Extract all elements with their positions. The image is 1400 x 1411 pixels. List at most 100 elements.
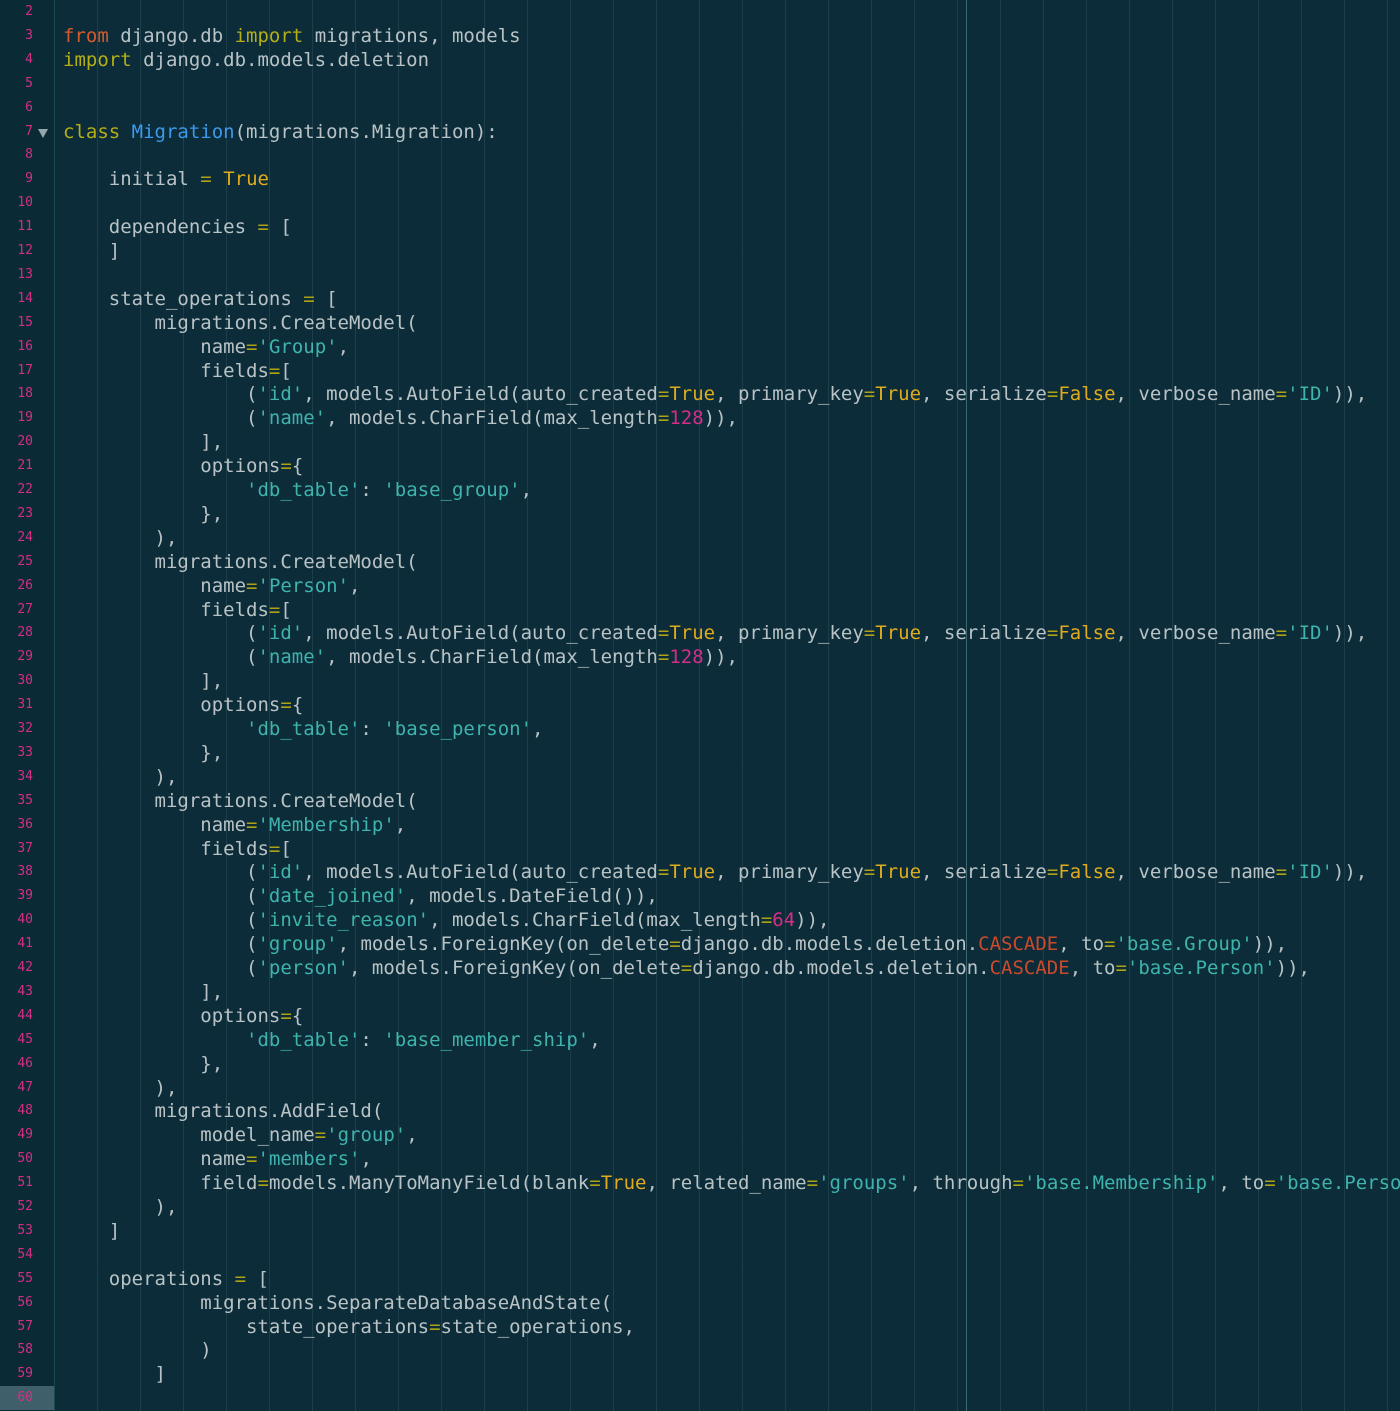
line-number-23[interactable]: 23 — [0, 502, 54, 526]
code-line-24[interactable]: ), — [63, 526, 178, 550]
line-number-7[interactable]: 7 — [0, 120, 54, 144]
line-number-59[interactable]: 59 — [0, 1362, 54, 1386]
line-number-6[interactable]: 6 — [0, 96, 54, 120]
line-number-41[interactable]: 41 — [0, 932, 54, 956]
code-line-38[interactable]: ('id', models.AutoField(auto_created=Tru… — [63, 860, 1367, 884]
code-line-48[interactable]: migrations.AddField( — [63, 1099, 384, 1123]
code-line-16[interactable]: name='Group', — [63, 335, 349, 359]
line-number-19[interactable]: 19 — [0, 406, 54, 430]
code-line-28[interactable]: ('id', models.AutoField(auto_created=Tru… — [63, 621, 1367, 645]
line-number-14[interactable]: 14 — [0, 287, 54, 311]
line-number-56[interactable]: 56 — [0, 1291, 54, 1315]
code-line-9[interactable]: initial = True — [63, 167, 269, 191]
line-number-45[interactable]: 45 — [0, 1028, 54, 1052]
code-line-14[interactable]: state_operations = [ — [63, 287, 338, 311]
code-line-11[interactable]: dependencies = [ — [63, 215, 292, 239]
line-number-25[interactable]: 25 — [0, 550, 54, 574]
code-line-52[interactable]: ), — [63, 1195, 178, 1219]
line-number-38[interactable]: 38 — [0, 860, 54, 884]
code-line-47[interactable]: ), — [63, 1076, 178, 1100]
line-number-28[interactable]: 28 — [0, 621, 54, 645]
code-line-40[interactable]: ('invite_reason', models.CharField(max_l… — [63, 908, 829, 932]
code-line-46[interactable]: }, — [63, 1052, 223, 1076]
line-number-11[interactable]: 11 — [0, 215, 54, 239]
code-line-37[interactable]: fields=[ — [63, 837, 292, 861]
line-number-44[interactable]: 44 — [0, 1004, 54, 1028]
line-number-12[interactable]: 12 — [0, 239, 54, 263]
line-number-3[interactable]: 3 — [0, 24, 54, 48]
code-line-49[interactable]: model_name='group', — [63, 1123, 417, 1147]
line-number-32[interactable]: 32 — [0, 717, 54, 741]
line-number-gutter[interactable]: 2 3 4 5 6 7 8 9 10 11 12 13 14 15 16 17 18 19 20 21 22 23 24 25… — [0, 0, 55, 1411]
code-line-53[interactable]: ] — [63, 1219, 120, 1243]
code-line-36[interactable]: name='Membership', — [63, 813, 406, 837]
code-line-26[interactable]: name='Person', — [63, 574, 360, 598]
line-number-35[interactable]: 35 — [0, 789, 54, 813]
line-number-37[interactable]: 37 — [0, 837, 54, 861]
code-line-58[interactable]: ) — [63, 1338, 211, 1362]
code-line-39[interactable]: ('date_joined', models.DateField()), — [63, 884, 658, 908]
line-number-24[interactable]: 24 — [0, 526, 54, 550]
line-number-30[interactable]: 30 — [0, 669, 54, 693]
code-line-22[interactable]: 'db_table': 'base_group', — [63, 478, 532, 502]
code-line-30[interactable]: ], — [63, 669, 223, 693]
line-number-33[interactable]: 33 — [0, 741, 54, 765]
line-number-17[interactable]: 17 — [0, 359, 54, 383]
code-line-31[interactable]: options={ — [63, 693, 303, 717]
code-text-area[interactable]: from django.db import migrations, models… — [55, 0, 1400, 1411]
line-number-48[interactable]: 48 — [0, 1099, 54, 1123]
line-number-54[interactable]: 54 — [0, 1243, 54, 1267]
line-number-39[interactable]: 39 — [0, 884, 54, 908]
line-number-9[interactable]: 9 — [0, 167, 54, 191]
code-line-57[interactable]: state_operations=state_operations, — [63, 1315, 635, 1339]
line-number-52[interactable]: 52 — [0, 1195, 54, 1219]
line-number-46[interactable]: 46 — [0, 1052, 54, 1076]
code-line-7[interactable]: class Migration(migrations.Migration): — [63, 120, 498, 144]
line-number-4[interactable]: 4 — [0, 48, 54, 72]
line-number-26[interactable]: 26 — [0, 574, 54, 598]
code-line-29[interactable]: ('name', models.CharField(max_length=128… — [63, 645, 738, 669]
line-number-15[interactable]: 15 — [0, 311, 54, 335]
code-line-50[interactable]: name='members', — [63, 1147, 372, 1171]
line-number-2[interactable]: 2 — [0, 0, 54, 24]
code-line-34[interactable]: ), — [63, 765, 178, 789]
code-line-21[interactable]: options={ — [63, 454, 303, 478]
line-number-27[interactable]: 27 — [0, 598, 54, 622]
code-line-17[interactable]: fields=[ — [63, 359, 292, 383]
code-line-44[interactable]: options={ — [63, 1004, 303, 1028]
code-line-19[interactable]: ('name', models.CharField(max_length=128… — [63, 406, 738, 430]
code-editor[interactable]: 2 3 4 5 6 7 8 9 10 11 12 13 14 15 16 17 18 19 20 21 22 23 24 25… — [0, 0, 1400, 1411]
line-number-42[interactable]: 42 — [0, 956, 54, 980]
line-number-21[interactable]: 21 — [0, 454, 54, 478]
line-number-55[interactable]: 55 — [0, 1267, 54, 1291]
code-line-42[interactable]: ('person', models.ForeignKey(on_delete=d… — [63, 956, 1310, 980]
line-number-29[interactable]: 29 — [0, 645, 54, 669]
line-number-8[interactable]: 8 — [0, 143, 54, 167]
code-line-23[interactable]: }, — [63, 502, 223, 526]
code-line-12[interactable]: ] — [63, 239, 120, 263]
line-number-60[interactable]: 60 — [0, 1386, 54, 1411]
line-number-58[interactable]: 58 — [0, 1338, 54, 1362]
code-line-18[interactable]: ('id', models.AutoField(auto_created=Tru… — [63, 382, 1367, 406]
line-number-10[interactable]: 10 — [0, 191, 54, 215]
line-number-49[interactable]: 49 — [0, 1123, 54, 1147]
code-line-51[interactable]: field=models.ManyToManyField(blank=True,… — [63, 1171, 1400, 1195]
code-line-33[interactable]: }, — [63, 741, 223, 765]
code-line-20[interactable]: ], — [63, 430, 223, 454]
line-number-57[interactable]: 57 — [0, 1315, 54, 1339]
code-line-4[interactable]: import django.db.models.deletion — [63, 48, 429, 72]
code-line-55[interactable]: operations = [ — [63, 1267, 269, 1291]
code-line-56[interactable]: migrations.SeparateDatabaseAndState( — [63, 1291, 612, 1315]
fold-arrow-icon[interactable] — [38, 128, 48, 138]
line-number-43[interactable]: 43 — [0, 980, 54, 1004]
code-line-59[interactable]: ] — [63, 1362, 166, 1386]
code-line-43[interactable]: ], — [63, 980, 223, 1004]
line-number-31[interactable]: 31 — [0, 693, 54, 717]
code-line-3[interactable]: from django.db import migrations, models — [63, 24, 521, 48]
code-line-15[interactable]: migrations.CreateModel( — [63, 311, 418, 335]
line-number-51[interactable]: 51 — [0, 1171, 54, 1195]
line-number-34[interactable]: 34 — [0, 765, 54, 789]
code-line-41[interactable]: ('group', models.ForeignKey(on_delete=dj… — [63, 932, 1287, 956]
code-line-27[interactable]: fields=[ — [63, 598, 292, 622]
line-number-13[interactable]: 13 — [0, 263, 54, 287]
